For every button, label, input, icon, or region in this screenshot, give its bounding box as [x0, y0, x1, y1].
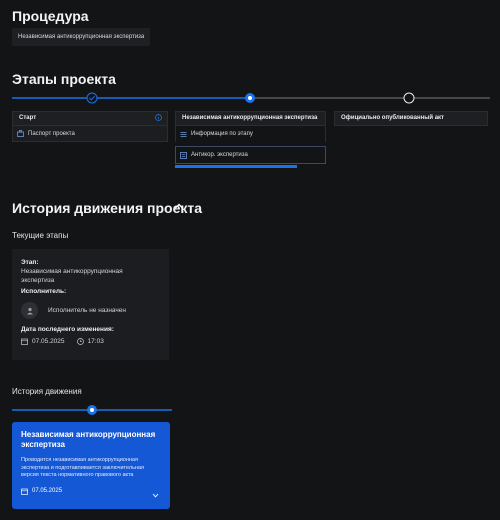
stage-label: Этап: [21, 259, 39, 266]
executor-row: Исполнитель не назначен [21, 302, 160, 319]
stage-item-passport[interactable]: Паспорт проекта [12, 126, 168, 142]
date-label: Дата последнего изменения: [21, 326, 114, 333]
list-icon [180, 131, 187, 137]
stage-column-header: Старт [12, 111, 168, 126]
document-icon [180, 151, 187, 159]
event-date: 07.05.2025 [32, 488, 63, 494]
stage-column-title: Официально опубликованный акт [341, 115, 444, 121]
stage-column-title: Старт [19, 115, 37, 121]
movement-timeline [12, 405, 172, 415]
stage-value: Независимая антикоррупционная экспертиза [21, 268, 123, 284]
last-change-date: 07.05.2025 [32, 338, 65, 345]
event-description: Проводится независимая антикоррупционная… [21, 457, 145, 478]
stage-progress [12, 90, 490, 106]
event-date-row: 07.05.2025 [21, 488, 161, 495]
stage-item-info[interactable]: Информация по этапу [175, 126, 326, 142]
movement-label: История движения [12, 387, 82, 396]
current-stage-card: Этап: Независимая антикоррупционная эксп… [12, 249, 169, 360]
stage-node-start[interactable] [86, 92, 98, 104]
current-stages-label: Текущие этапы [12, 231, 69, 240]
calendar-icon [21, 338, 28, 345]
procedure-title: Процедура [12, 8, 89, 24]
stage-progress-track [12, 92, 490, 104]
date-row: 07.05.2025 17:03 [21, 337, 160, 346]
stage-column-title: Независимая антикоррупционная экспертиза [182, 115, 318, 121]
event-title: Независимая антикоррупционная экспертиза [21, 430, 156, 449]
movement-node[interactable] [87, 405, 97, 415]
stage-node-final[interactable] [403, 92, 415, 104]
stages-title: Этапы проекта [12, 71, 116, 87]
briefcase-icon [17, 130, 24, 137]
stage-column-header: Независимая антикоррупционная экспертиза [175, 111, 326, 126]
avatar [21, 302, 38, 319]
chevron-up-icon[interactable] [174, 202, 184, 210]
stage-column-header: Официально опубликованный акт [334, 111, 488, 126]
executor-value: Исполнитель не назначен [48, 307, 126, 314]
stage-column-start: Старт Паспорт проекта [12, 111, 168, 142]
last-change-time: 17:03 [87, 338, 104, 345]
stage-item-anticor[interactable]: Антикор. экспертиза [175, 146, 326, 164]
info-icon[interactable] [155, 114, 162, 121]
chevron-down-icon[interactable] [152, 493, 159, 498]
stage-item-active-indicator [175, 165, 297, 168]
stage-node-current[interactable] [245, 93, 255, 103]
clock-icon [76, 338, 84, 345]
calendar-icon [21, 488, 28, 495]
user-icon [26, 307, 33, 314]
stage-column-final: Официально опубликованный акт [334, 111, 488, 126]
stage-column-expertise: Независимая антикоррупционная экспертиза… [175, 111, 326, 168]
movement-event-card[interactable]: Независимая антикоррупционная экспертиза… [12, 422, 170, 509]
procedure-chip[interactable]: Независимая антикоррупционная экспертиза [12, 28, 151, 46]
executor-label: Исполнитель: [21, 288, 67, 295]
